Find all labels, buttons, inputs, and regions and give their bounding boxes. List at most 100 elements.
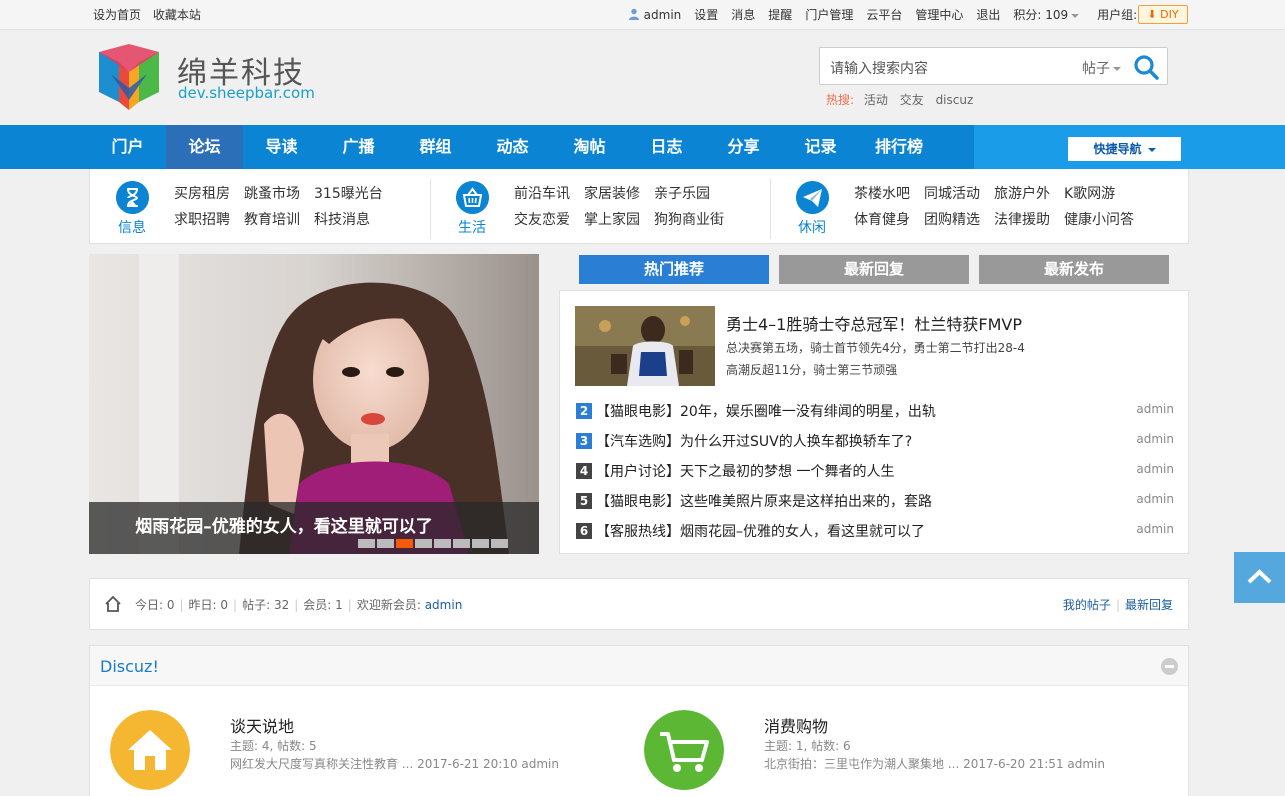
basket-icon[interactable] [456, 181, 489, 214]
category-link[interactable]: 同城活动 [924, 183, 994, 209]
hot-list-item[interactable]: 5 【猫眼电影】这些唯美照片原来是这样拍出来的，套路 admin [576, 491, 1174, 513]
headline-title[interactable]: 勇士4–1胜骑士夺总冠军！杜兰特获FMVP [726, 311, 1022, 335]
hot-list-item[interactable]: 3 【汽车选购】为什么开过SUV的人换车都换轿车了? admin [576, 431, 1174, 453]
admin-center-link[interactable]: 管理中心 [915, 6, 963, 23]
category-link[interactable]: 团购精选 [924, 209, 994, 235]
category-link[interactable]: 跳蚤市场 [244, 183, 314, 209]
board-last-post[interactable]: 北京街拍：三里屯作为潮人聚集地 ... 2017-6-20 21:51 admi… [764, 755, 1105, 772]
hot-list-item[interactable]: 4 【用户讨论】天下之最初的梦想 一个舞者的人生 admin [576, 461, 1174, 483]
slide-caption[interactable]: 烟雨花园–优雅的女人，看这里就可以了 [89, 512, 479, 537]
search-input[interactable]: 请输入搜索内容 [830, 58, 928, 78]
slider-dot[interactable] [415, 539, 432, 548]
rank-badge: 3 [576, 433, 592, 449]
diy-button[interactable]: ⬇ DIY [1138, 5, 1188, 24]
headline-thumbnail[interactable] [575, 306, 715, 386]
nav-item-collections[interactable]: 淘帖 [551, 125, 628, 169]
board-last-post[interactable]: 网红发大尺度写真称关注性教育 ... 2017-6-21 20:10 admin [230, 755, 559, 772]
category-link[interactable]: 掌上家园 [584, 209, 654, 235]
category-link[interactable]: 旅游户外 [994, 183, 1064, 209]
category-link[interactable]: 315曝光台 [314, 183, 384, 209]
home-icon[interactable] [110, 710, 190, 790]
category-link[interactable]: 教育培训 [244, 209, 314, 235]
category-link[interactable]: 科技消息 [314, 209, 384, 235]
board-name[interactable]: 谈天说地 [230, 713, 294, 737]
category-panel: 信息 买房租房 跳蚤市场 315曝光台 求职招聘 教育培训 科技消息 生活 前沿车讯 家居… [89, 169, 1189, 244]
nav-item-ranking[interactable]: 排行榜 [859, 125, 939, 169]
category-link[interactable]: K歌网游 [1064, 183, 1134, 209]
paper-plane-icon[interactable] [796, 181, 829, 214]
hot-item-author[interactable]: admin [1136, 462, 1174, 476]
nav-item-forum[interactable]: 论坛 [166, 125, 243, 169]
slider-dot[interactable] [453, 539, 470, 548]
settings-link[interactable]: 设置 [694, 6, 718, 23]
hourglass-icon[interactable] [116, 181, 149, 214]
hot-search-word[interactable]: 活动 [864, 93, 888, 107]
collapse-icon[interactable] [1161, 658, 1178, 675]
site-logo[interactable]: 绵羊科技 dev.sheepbar.com [97, 44, 327, 112]
category-link[interactable]: 买房租房 [174, 183, 244, 209]
hot-item-author[interactable]: admin [1136, 432, 1174, 446]
nav-item-blog[interactable]: 日志 [628, 125, 705, 169]
back-to-top-button[interactable] [1234, 552, 1285, 603]
set-homepage-link[interactable]: 设为首页 [93, 8, 141, 22]
bookmark-site-link[interactable]: 收藏本站 [153, 8, 201, 22]
portal-admin-link[interactable]: 门户管理 [805, 6, 853, 23]
hot-list-item[interactable]: 2 【猫眼电影】20年，娱乐圈唯一没有绯闻的明星，出轨 admin [576, 401, 1174, 423]
user-link[interactable]: admin [628, 8, 681, 22]
category-link[interactable]: 求职招聘 [174, 209, 244, 235]
nav-item-broadcast[interactable]: 广播 [320, 125, 397, 169]
hot-item-title[interactable]: 【客服热线】烟雨花园–优雅的女人，看这里就可以了 [596, 521, 925, 541]
newest-member-link[interactable]: admin [425, 598, 463, 612]
hot-list-item[interactable]: 6 【客服热线】烟雨花园–优雅的女人，看这里就可以了 admin [576, 521, 1174, 543]
nav-item-guide[interactable]: 导读 [243, 125, 320, 169]
shopping-cart-icon[interactable] [644, 710, 724, 790]
hot-item-title[interactable]: 【汽车选购】为什么开过SUV的人换车都换轿车了? [596, 431, 912, 451]
hot-item-title[interactable]: 【猫眼电影】20年，娱乐圈唯一没有绯闻的明星，出轨 [596, 401, 936, 421]
slider-dot[interactable] [472, 539, 489, 548]
credits-dropdown[interactable]: 积分: 109 [1013, 6, 1080, 23]
nav-item-activity[interactable]: 动态 [474, 125, 551, 169]
category-link[interactable]: 体育健身 [854, 209, 924, 235]
hot-item-author[interactable]: admin [1136, 402, 1174, 416]
hot-item-title[interactable]: 【用户讨论】天下之最初的梦想 一个舞者的人生 [596, 461, 894, 481]
category-link[interactable]: 交友恋爱 [514, 209, 584, 235]
my-posts-link[interactable]: 我的帖子 [1063, 598, 1111, 612]
nav-item-records[interactable]: 记录 [782, 125, 859, 169]
slider-dot[interactable] [396, 539, 413, 548]
forum-category-title[interactable]: Discuz! [100, 657, 159, 676]
tab-latest-replies[interactable]: 最新回复 [779, 255, 969, 284]
search-type-dropdown[interactable]: 帖子 [1082, 58, 1121, 78]
slider-dot[interactable] [434, 539, 451, 548]
slider-dot[interactable] [377, 539, 394, 548]
category-link[interactable]: 狗狗商业街 [654, 209, 724, 235]
slider-dot[interactable] [358, 539, 375, 548]
hot-item-author[interactable]: admin [1136, 492, 1174, 506]
nav-item-groups[interactable]: 群组 [397, 125, 474, 169]
notifications-link[interactable]: 提醒 [768, 6, 792, 23]
tab-latest-posts[interactable]: 最新发布 [979, 255, 1169, 284]
category-link[interactable]: 家居装修 [584, 183, 654, 209]
nav-item-portal[interactable]: 门户 [89, 125, 166, 169]
nav-item-share[interactable]: 分享 [705, 125, 782, 169]
home-icon[interactable] [104, 595, 122, 613]
category-link[interactable]: 茶楼水吧 [854, 183, 924, 209]
logout-link[interactable]: 退出 [976, 6, 1000, 23]
category-link[interactable]: 亲子乐园 [654, 183, 724, 209]
category-link[interactable]: 法律援助 [994, 209, 1064, 235]
latest-replies-link[interactable]: 最新回复 [1125, 598, 1173, 612]
hot-search-word[interactable]: discuz [936, 93, 974, 107]
board-name[interactable]: 消费购物 [764, 713, 828, 737]
slider-dot[interactable] [491, 539, 508, 548]
cloud-platform-link[interactable]: 云平台 [866, 6, 902, 23]
image-slider[interactable]: 烟雨花园–优雅的女人，看这里就可以了 [89, 254, 539, 554]
hot-item-author[interactable]: admin [1136, 522, 1174, 536]
hot-search-word[interactable]: 交友 [900, 93, 924, 107]
arrow-down-icon: ⬇ [1147, 8, 1157, 21]
tab-hot-recommend[interactable]: 热门推荐 [579, 255, 769, 284]
category-link[interactable]: 前沿车讯 [514, 183, 584, 209]
hot-item-title[interactable]: 【猫眼电影】这些唯美照片原来是这样拍出来的，套路 [596, 491, 932, 511]
category-link[interactable]: 健康小问答 [1064, 209, 1134, 235]
quick-nav-button[interactable]: 快捷导航 [1068, 137, 1181, 161]
search-icon[interactable] [1132, 53, 1160, 81]
messages-link[interactable]: 消息 [731, 6, 755, 23]
